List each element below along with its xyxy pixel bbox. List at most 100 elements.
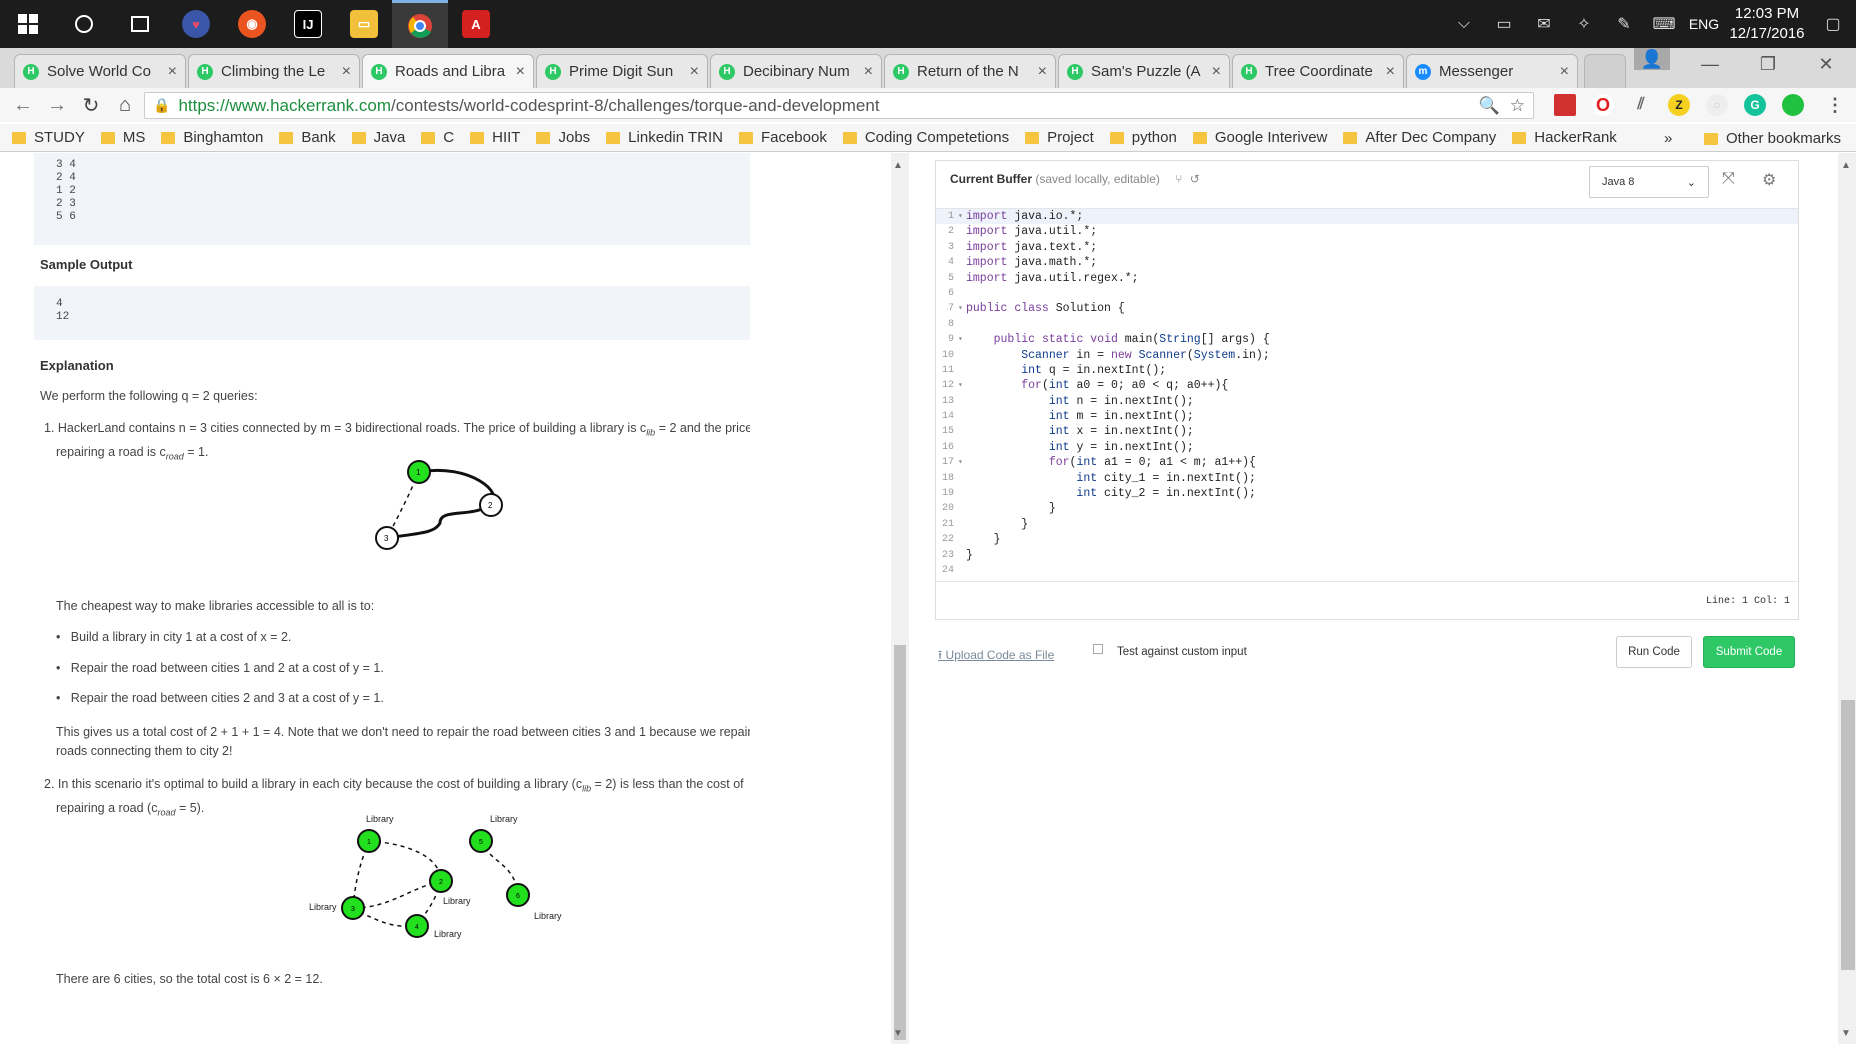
chevron-up-icon[interactable]: ⌵ bbox=[1444, 15, 1484, 33]
minimize-icon[interactable]: — bbox=[1684, 48, 1736, 80]
close-tab-icon[interactable]: × bbox=[864, 63, 873, 81]
extension-green-icon[interactable] bbox=[1782, 94, 1804, 116]
task-view-icon[interactable] bbox=[112, 0, 168, 48]
home-icon[interactable]: ⌂ bbox=[108, 94, 142, 117]
bookmark-folder[interactable]: STUDY bbox=[12, 129, 85, 146]
tab-tree-coordinates[interactable]: H Tree Coordinate × bbox=[1232, 54, 1404, 88]
ubuntu-icon[interactable]: ◉ bbox=[224, 0, 280, 48]
upload-code-link[interactable]: ⭱ Upload Code as File bbox=[938, 646, 1054, 667]
cortana-search-icon[interactable] bbox=[56, 0, 112, 48]
app-heart-icon[interactable]: ♥ bbox=[168, 0, 224, 48]
bookmark-folder[interactable]: Bank bbox=[279, 129, 336, 146]
pen-icon[interactable]: ✎ bbox=[1604, 14, 1644, 34]
close-tab-icon[interactable]: × bbox=[516, 63, 525, 81]
chrome-menu-icon[interactable]: ⋮ bbox=[1824, 94, 1846, 116]
battery-icon[interactable]: ▭ bbox=[1484, 14, 1524, 34]
forward-arrow-icon[interactable]: → bbox=[40, 94, 74, 117]
fold-arrow-icon[interactable]: ▾ bbox=[958, 455, 966, 470]
fold-arrow-icon[interactable]: ▾ bbox=[958, 209, 966, 224]
notification-icon[interactable]: ▢ bbox=[1810, 14, 1856, 34]
branch-icon[interactable]: ⑂ bbox=[1175, 172, 1182, 186]
bookmark-folder[interactable]: Jobs bbox=[536, 129, 590, 146]
language-select[interactable]: Java 8 ⌄ bbox=[1589, 166, 1709, 198]
close-tab-icon[interactable]: × bbox=[1212, 63, 1221, 81]
lock-icon: 🔒 bbox=[153, 97, 171, 113]
new-tab-button[interactable] bbox=[1584, 54, 1626, 88]
bookmark-folder[interactable]: Coding Competetions bbox=[842, 129, 1009, 146]
tab-prime-digit[interactable]: H Prime Digit Sun × bbox=[536, 54, 708, 88]
windows-start-icon[interactable] bbox=[0, 0, 56, 48]
reload-icon[interactable]: ↻ bbox=[74, 93, 108, 118]
bookmark-folder[interactable]: C bbox=[421, 129, 454, 146]
extension-red-icon[interactable] bbox=[1554, 94, 1576, 116]
code-editor[interactable]: 1 ▾ import java.io.*; 2 import java.util.*; 3… bbox=[936, 208, 1798, 582]
extension-faded-icon[interactable]: ○ bbox=[1706, 94, 1728, 116]
restore-icon[interactable]: ❐ bbox=[1742, 48, 1794, 80]
fold-arrow-icon[interactable]: ▾ bbox=[958, 301, 966, 316]
chrome-icon[interactable] bbox=[392, 0, 448, 48]
scroll-down-arrow-icon[interactable]: ▼ bbox=[893, 1028, 903, 1039]
fold-arrow-icon[interactable]: ▾ bbox=[958, 332, 966, 347]
bookmark-folder[interactable]: After Dec Company bbox=[1343, 129, 1496, 146]
scroll-up-arrow-icon[interactable]: ▲ bbox=[1841, 160, 1851, 171]
bookmark-folder[interactable]: HIIT bbox=[470, 129, 520, 146]
close-tab-icon[interactable]: × bbox=[690, 63, 699, 81]
settings-gear-icon[interactable]: ⚙ bbox=[1762, 170, 1776, 190]
address-bar[interactable]: 🔒 https://www.hackerrank.com/contests/wo… bbox=[144, 92, 1534, 119]
problem-statement-pane: 3 4 2 4 1 2 2 3 5 6 Sample Output 4 12 E… bbox=[0, 153, 750, 1044]
fullscreen-icon[interactable]: ⤧ bbox=[1722, 170, 1735, 188]
other-bookmarks-folder[interactable]: Other bookmarks bbox=[1704, 130, 1841, 147]
bookmark-folder[interactable]: python bbox=[1109, 129, 1177, 146]
grammarly-icon[interactable]: G bbox=[1744, 94, 1766, 116]
fold-arrow-icon[interactable]: ▾ bbox=[958, 378, 966, 393]
tab-solve-world[interactable]: H Solve World Co × bbox=[14, 54, 186, 88]
zoom-icon[interactable]: 🔍 bbox=[1479, 96, 1500, 116]
hackerrank-favicon-icon: H bbox=[893, 63, 909, 80]
close-tab-icon[interactable]: × bbox=[1038, 63, 1047, 81]
tab-decibinary[interactable]: H Decibinary Num × bbox=[710, 54, 882, 88]
extension-z-icon[interactable]: Z bbox=[1668, 94, 1690, 116]
bookmark-folder[interactable]: Binghamton bbox=[161, 129, 263, 146]
submit-code-button[interactable]: Submit Code bbox=[1703, 636, 1795, 668]
language-indicator[interactable]: ENG bbox=[1684, 16, 1724, 32]
tab-return-of-the[interactable]: H Return of the N × bbox=[884, 54, 1056, 88]
close-tab-icon[interactable]: × bbox=[1386, 63, 1395, 81]
bookmark-folder[interactable]: Project bbox=[1025, 129, 1094, 146]
mail-icon[interactable]: ✉ bbox=[1524, 14, 1564, 34]
tab-messenger[interactable]: m Messenger × bbox=[1406, 54, 1578, 88]
clock[interactable]: 12:03 PM 12/17/2016 bbox=[1724, 4, 1810, 44]
acrobat-icon[interactable]: A bbox=[448, 0, 504, 48]
tab-sams-puzzle[interactable]: H Sam's Puzzle (A × bbox=[1058, 54, 1230, 88]
network-icon[interactable]: ✧ bbox=[1564, 14, 1604, 34]
bookmark-star-icon[interactable]: ☆ bbox=[1510, 96, 1525, 116]
bookmark-folder[interactable]: Linkedin TRIN bbox=[606, 129, 723, 146]
tab-climbing[interactable]: H Climbing the Le × bbox=[188, 54, 360, 88]
bookmark-folder[interactable]: Facebook bbox=[738, 129, 827, 146]
close-tab-icon[interactable]: × bbox=[1560, 63, 1569, 81]
back-arrow-icon[interactable]: ← bbox=[6, 94, 40, 117]
close-window-icon[interactable]: ✕ bbox=[1800, 48, 1852, 80]
code-text: int m = in.nextInt(); bbox=[1048, 410, 1194, 424]
scroll-up-arrow-icon[interactable]: ▲ bbox=[893, 160, 903, 171]
close-tab-icon[interactable]: × bbox=[342, 63, 351, 81]
run-code-button[interactable]: Run Code bbox=[1616, 636, 1692, 668]
file-explorer-icon[interactable]: ▭ bbox=[336, 0, 392, 48]
scroll-down-arrow-icon[interactable]: ▼ bbox=[1841, 1028, 1851, 1039]
keyboard-icon[interactable]: ⌨ bbox=[1644, 14, 1684, 34]
windows-taskbar: ♥ ◉ IJ ▭ A ⌵ ▭ ✉ ✧ ✎ ⌨ ENG 12:03 PM 12/1… bbox=[0, 0, 1856, 48]
history-icon[interactable]: ↺ bbox=[1190, 172, 1200, 186]
bookmarks-overflow-button[interactable]: » bbox=[1664, 130, 1672, 147]
intellij-icon[interactable]: IJ bbox=[280, 0, 336, 48]
left-scrollbar-thumb[interactable] bbox=[894, 645, 906, 1040]
right-scrollbar-thumb[interactable] bbox=[1841, 700, 1855, 970]
custom-input-checkbox[interactable] bbox=[1093, 644, 1103, 654]
opera-icon[interactable]: O bbox=[1592, 94, 1614, 116]
bookmark-folder[interactable]: HackerRank bbox=[1512, 129, 1617, 146]
bookmark-folder[interactable]: MS bbox=[100, 129, 145, 146]
bookmark-folder[interactable]: Java bbox=[351, 129, 405, 146]
extension-books-icon[interactable]: ⫽ bbox=[1630, 94, 1652, 116]
bookmark-folder[interactable]: Google Interivew bbox=[1192, 129, 1327, 146]
close-tab-icon[interactable]: × bbox=[168, 63, 177, 81]
profile-icon[interactable]: 👤 bbox=[1634, 48, 1670, 70]
tab-roads-and-libraries[interactable]: H Roads and Libra × bbox=[362, 54, 534, 88]
